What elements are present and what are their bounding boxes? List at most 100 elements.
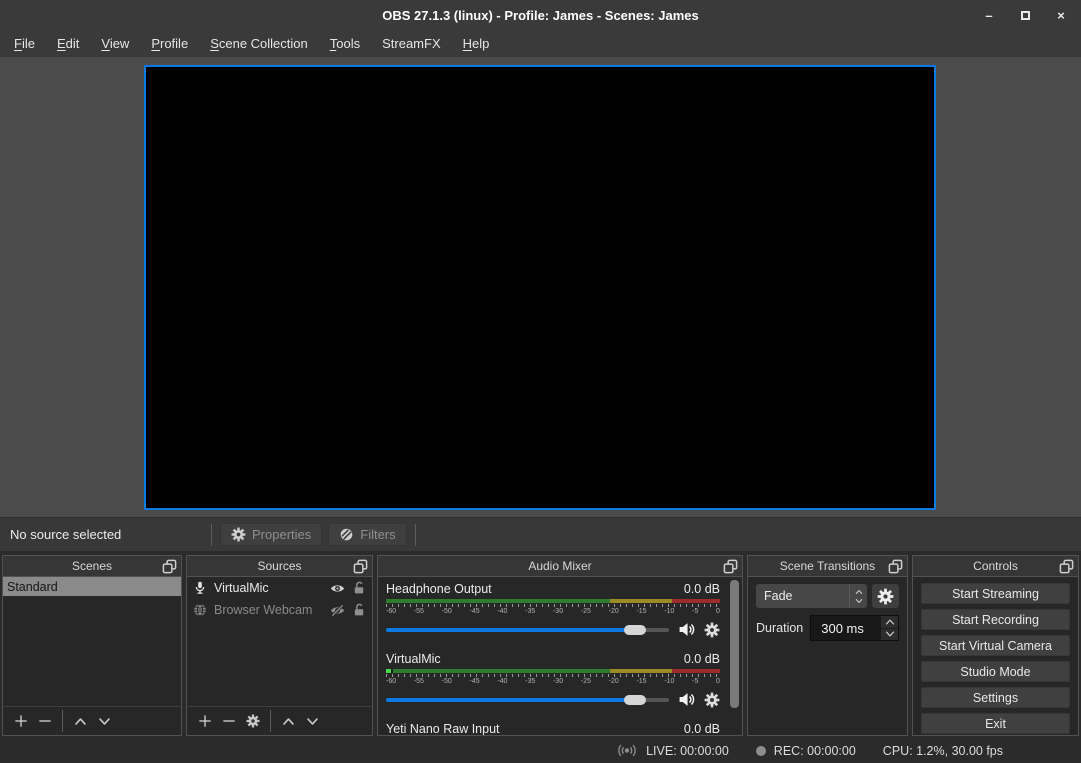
source-label: VirtualMic bbox=[214, 581, 323, 595]
scene-item-standard[interactable]: Standard bbox=[3, 577, 181, 596]
audio-mixer-body: Headphone Output0.0 dB-60-55-50-45-40-35… bbox=[378, 577, 742, 735]
scene-down-button[interactable] bbox=[92, 709, 116, 733]
popout-icon[interactable] bbox=[888, 559, 903, 574]
menu-edit[interactable]: Edit bbox=[46, 32, 90, 55]
duration-decrease-button[interactable] bbox=[881, 629, 898, 641]
menubar: FileEditViewProfileScene CollectionTools… bbox=[0, 30, 1081, 57]
add-source-button[interactable] bbox=[193, 709, 217, 733]
tick-label: -25 bbox=[581, 677, 591, 686]
menu-scene-collection[interactable]: Scene Collection bbox=[199, 32, 319, 55]
studio-mode-button[interactable]: Studio Mode bbox=[921, 661, 1070, 682]
eye-slash-icon[interactable] bbox=[330, 603, 345, 618]
volume-slider[interactable] bbox=[386, 628, 669, 632]
channel-volume-db: 0.0 dB bbox=[684, 582, 720, 596]
remove-scene-button[interactable] bbox=[33, 709, 57, 733]
audio-mixer-header[interactable]: Audio Mixer bbox=[378, 556, 742, 577]
meter-yellow-zone bbox=[610, 669, 672, 673]
close-icon[interactable]: × bbox=[1055, 9, 1067, 21]
chevron-up-icon bbox=[855, 588, 863, 596]
menu-tools[interactable]: Tools bbox=[319, 32, 371, 55]
transition-select[interactable]: Fade bbox=[756, 584, 867, 608]
minimize-icon[interactable]: – bbox=[983, 9, 995, 21]
popout-icon[interactable] bbox=[1059, 559, 1074, 574]
source-context-toolbar: No source selected Properties Filters bbox=[0, 517, 1081, 551]
duration-increase-button[interactable] bbox=[881, 616, 898, 629]
tick-label: -5 bbox=[692, 607, 698, 616]
filters-label: Filters bbox=[360, 527, 395, 542]
speaker-icon[interactable] bbox=[678, 691, 695, 708]
toolbar-separator bbox=[270, 710, 271, 732]
tick-label: -10 bbox=[664, 677, 674, 686]
scene-transitions-panel: Scene Transitions Fade Duration bbox=[747, 555, 908, 736]
speaker-icon[interactable] bbox=[678, 621, 695, 638]
statusbar: LIVE: 00:00:00 REC: 00:00:00 CPU: 1.2%, … bbox=[0, 738, 1081, 763]
duration-spin-arrows bbox=[881, 616, 898, 640]
maximize-icon[interactable] bbox=[1019, 9, 1031, 21]
source-row-virtualmic[interactable]: VirtualMic bbox=[187, 577, 372, 599]
tick-label: -10 bbox=[664, 607, 674, 616]
scenes-title: Scenes bbox=[72, 559, 112, 573]
preview-area bbox=[0, 57, 1081, 517]
properties-button[interactable]: Properties bbox=[220, 523, 322, 546]
popout-icon[interactable] bbox=[353, 559, 368, 574]
mixer-channel-virtualmic: VirtualMic0.0 dB-60-55-50-45-40-35-30-25… bbox=[378, 647, 742, 710]
gear-icon bbox=[877, 588, 894, 605]
source-properties-button[interactable] bbox=[241, 709, 265, 733]
scenes-header[interactable]: Scenes bbox=[3, 556, 181, 577]
duration-spinbox[interactable]: 300 ms bbox=[810, 615, 899, 641]
toolbar-separator bbox=[62, 710, 63, 732]
gear-icon[interactable] bbox=[704, 692, 720, 708]
menu-help[interactable]: Help bbox=[452, 32, 501, 55]
menu-file[interactable]: File bbox=[3, 32, 46, 55]
popout-icon[interactable] bbox=[723, 559, 738, 574]
sources-header[interactable]: Sources bbox=[187, 556, 372, 577]
eye-icon[interactable] bbox=[330, 581, 345, 596]
rec-time: REC: 00:00:00 bbox=[774, 744, 856, 758]
filters-icon bbox=[339, 527, 354, 542]
lock-open-icon[interactable] bbox=[352, 581, 366, 595]
tick-label: -35 bbox=[525, 607, 535, 616]
popout-icon[interactable] bbox=[162, 559, 177, 574]
gear-icon bbox=[246, 714, 260, 728]
settings-button[interactable]: Settings bbox=[921, 687, 1070, 708]
menu-streamfx[interactable]: StreamFX bbox=[371, 32, 452, 55]
remove-source-button[interactable] bbox=[217, 709, 241, 733]
slider-fill bbox=[386, 628, 635, 632]
menu-view[interactable]: View bbox=[90, 32, 140, 55]
start-recording-button[interactable]: Start Recording bbox=[921, 609, 1070, 630]
filters-button[interactable]: Filters bbox=[328, 523, 406, 546]
source-label: Browser Webcam bbox=[214, 603, 323, 617]
source-row-browser-webcam[interactable]: Browser Webcam bbox=[187, 599, 372, 621]
combo-spinner[interactable] bbox=[849, 584, 867, 608]
add-scene-button[interactable] bbox=[9, 709, 33, 733]
source-down-button[interactable] bbox=[300, 709, 324, 733]
tick-label: -40 bbox=[497, 607, 507, 616]
sources-title: Sources bbox=[257, 559, 301, 573]
start-streaming-button[interactable]: Start Streaming bbox=[921, 583, 1070, 604]
plus-icon bbox=[14, 714, 28, 728]
chevron-up-icon bbox=[282, 715, 295, 728]
cpu-fps-stats: CPU: 1.2%, 30.00 fps bbox=[883, 744, 1003, 758]
mixer-scrollbar[interactable] bbox=[730, 580, 739, 708]
exit-button[interactable]: Exit bbox=[921, 713, 1070, 734]
controls-header[interactable]: Controls bbox=[913, 556, 1078, 577]
rec-dot-icon bbox=[756, 746, 766, 756]
start-virtual-camera-button[interactable]: Start Virtual Camera bbox=[921, 635, 1070, 656]
titlebar: OBS 27.1.3 (linux) - Profile: James - Sc… bbox=[0, 0, 1081, 30]
source-up-button[interactable] bbox=[276, 709, 300, 733]
slider-handle[interactable] bbox=[624, 625, 646, 635]
tick-label: -25 bbox=[581, 607, 591, 616]
menu-profile[interactable]: Profile bbox=[140, 32, 199, 55]
scene-up-button[interactable] bbox=[68, 709, 92, 733]
gear-icon[interactable] bbox=[704, 622, 720, 638]
tick-label: -60 bbox=[386, 677, 396, 686]
meter-tick-labels: -60-55-50-45-40-35-30-25-20-15-10-50 bbox=[386, 677, 720, 686]
dock-area: Scenes Standard Sources VirtualMic Browse… bbox=[0, 551, 1081, 738]
preview-canvas[interactable] bbox=[144, 65, 936, 510]
scene-transitions-header[interactable]: Scene Transitions bbox=[748, 556, 907, 577]
volume-slider[interactable] bbox=[386, 698, 669, 702]
slider-handle[interactable] bbox=[624, 695, 646, 705]
meter-bar bbox=[386, 669, 720, 673]
transition-properties-button[interactable] bbox=[872, 584, 899, 608]
lock-open-icon[interactable] bbox=[352, 603, 366, 617]
